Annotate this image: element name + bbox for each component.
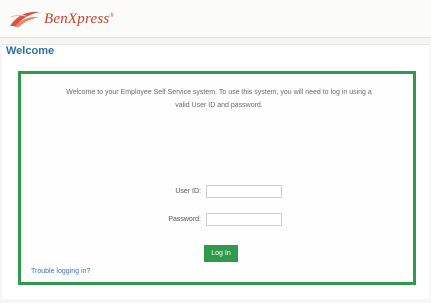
user-id-field[interactable]	[206, 185, 282, 198]
password-row: Password:	[151, 213, 282, 226]
trouble-logging-in-link[interactable]: Trouble logging in?	[31, 268, 90, 275]
page-title: Welcome	[6, 45, 55, 57]
login-panel: Welcome to your Employee Self Service sy…	[18, 71, 416, 285]
logo: BenXpress®	[8, 7, 114, 31]
login-button[interactable]: Log In	[204, 245, 238, 262]
intro-line-2: valid User ID and password.	[175, 102, 263, 109]
page: BenXpress® Welcome Welcome to your Emplo…	[0, 0, 431, 303]
password-field[interactable]	[206, 213, 282, 226]
intro-text: Welcome to your Employee Self Service sy…	[39, 86, 399, 112]
intro-line-1: Welcome to your Employee Self Service sy…	[66, 89, 372, 96]
user-id-row: User ID:	[151, 185, 282, 198]
user-id-label: User ID:	[175, 188, 201, 195]
logo-text: BenXpress®	[44, 10, 115, 27]
header: BenXpress®	[0, 0, 431, 38]
swoosh-logo-icon	[10, 11, 40, 27]
password-label: Password:	[168, 216, 201, 223]
